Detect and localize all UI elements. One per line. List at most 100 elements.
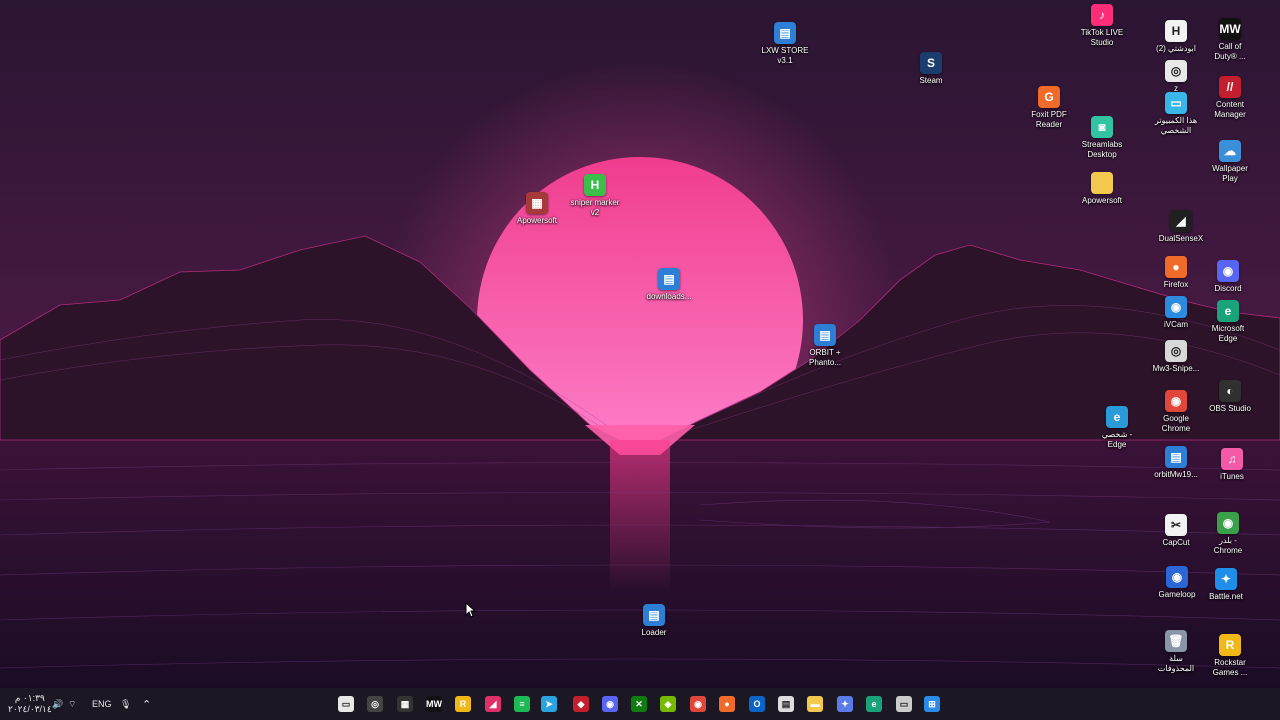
apowersoft-app-label: Apowersoft [516,216,558,225]
app-3-taskbar-icon[interactable]: ▦ [397,696,413,712]
clock[interactable]: ٠١:٣٩ م ٢٠٢٤/٠٣/١٤ [8,688,52,720]
abudashti-label: (2) ابودشتي [1156,44,1196,53]
ivcam-glyph-icon: ◉ [1165,296,1187,318]
show-hidden-icons-chevron-icon[interactable]: ⌃ [142,688,151,720]
streamlabs-icon[interactable]: ◙ Streamlabs Desktop [1069,116,1135,159]
tiktok-live-glyph-icon: ♪ [1091,4,1113,26]
streamlabs-glyph-icon: ◙ [1091,116,1113,138]
start-taskbar-icon[interactable]: ⊞ [924,696,940,712]
clock-time: ٠١:٣٩ م [14,693,45,703]
z-app-glyph-icon: ◎ [1165,60,1187,82]
language-indicator[interactable]: ENG [92,688,112,720]
discord-taskbar-icon[interactable]: ◉ [602,696,618,712]
recycle-bin-glyph-icon: 🗑 [1165,630,1187,652]
wallpaper-play-icon[interactable]: ☁ Wallpaper Play [1197,140,1263,183]
rockstar-games-label: Rockstar Games ... [1212,658,1248,677]
volume-icon[interactable]: 🔊 [52,688,63,720]
desktop-wallpaper [0,0,1280,688]
rockstar-games-glyph-icon: R [1219,634,1241,656]
nvidia-taskbar-icon[interactable]: ◈ [660,696,676,712]
microsoft-edge-glyph-icon: e [1217,300,1239,322]
sniper-marker-label: sniper marker v2 [570,198,620,217]
chrome-profile-label: بلدر - Chrome [1213,536,1243,555]
tiktok-live-icon[interactable]: ♪ TikTok LIVE Studio [1069,4,1135,47]
microsoft-edge-label: Microsoft Edge [1211,324,1245,343]
mouse-cursor-icon [465,602,477,618]
capcut-glyph-icon: ✂ [1165,514,1187,536]
chrome-taskbar-icon[interactable]: ◉ [690,696,706,712]
gameloop-glyph-icon: ◉ [1166,566,1188,588]
spotify-taskbar-icon[interactable]: ≡ [514,696,530,712]
downloads-label: downloads... [646,292,692,301]
store-taskbar-icon[interactable]: ▤ [778,696,794,712]
mw3-sniper-label: Mw3-Snipe... [1152,364,1200,373]
wallpaper-play-label: Wallpaper Play [1212,164,1248,183]
content-manager-icon[interactable]: // Content Manager [1197,76,1263,119]
streamlabs-label: Streamlabs Desktop [1081,140,1123,159]
tiktok-live-label: TikTok LIVE Studio [1080,28,1124,47]
abudashti-glyph-icon: H [1165,20,1187,42]
apowersoft-folder-label: Apowersoft [1081,196,1123,205]
call-of-duty-glyph-icon: MW [1219,18,1241,40]
itunes-icon[interactable]: ♫ iTunes [1199,448,1265,482]
steam-glyph-icon: S [920,52,942,74]
microsoft-edge-icon[interactable]: e Microsoft Edge [1195,300,1261,343]
ivcam-label: iVCam [1163,320,1188,329]
obs-studio-icon[interactable]: ◐ OBS Studio [1197,380,1263,414]
discord-icon[interactable]: ◉ Discord [1195,260,1261,294]
wallpaper-play-glyph-icon: ☁ [1219,140,1241,162]
wifi-icon[interactable]: ⌔ [68,688,76,720]
google-chrome-label: Google Chrome [1161,414,1191,433]
foxit-pdf-label: Foxit PDF Reader [1031,110,1067,129]
sniper-marker-glyph-icon: H [584,174,606,196]
copilot-taskbar-icon[interactable]: ✦ [837,696,853,712]
google-chrome-glyph-icon: ◉ [1165,390,1187,412]
sniper-marker-icon[interactable]: Hsniper marker v2 [562,174,628,217]
chrome-profile-glyph-icon: ◉ [1217,512,1239,534]
lxw-store-icon[interactable]: ▤ LXW STORE v3.1 [752,22,818,65]
edge-profile-icon[interactable]: e شخصي - Edge [1084,406,1150,449]
app-2-taskbar-icon[interactable]: ◎ [367,696,383,712]
lxw-store-label: LXW STORE v3.1 [761,46,809,65]
outlook-taskbar-icon[interactable]: O [749,696,765,712]
microphone-icon[interactable]: 🎙 [120,688,131,720]
file-explorer-taskbar-icon[interactable]: ▭ [338,696,354,712]
recycle-bin-label: سلة المحذوفات [1157,654,1195,673]
rockstar-games-icon[interactable]: R Rockstar Games ... [1197,634,1263,677]
mw-taskbar-icon[interactable]: MW [426,696,442,712]
apowersoft-app-icon[interactable]: ▦ Apowersoft [504,192,570,226]
edge-profile-glyph-icon: e [1106,406,1128,428]
call-of-duty-label: Call of Duty® ... [1214,42,1246,61]
folder-taskbar-icon[interactable]: ▬ [807,696,823,712]
task-view-taskbar-icon[interactable]: ▭ [896,696,912,712]
telegram-taskbar-icon[interactable]: ➤ [541,696,557,712]
firefox-taskbar-icon[interactable]: ● [719,696,735,712]
loader-glyph-icon: ▤ [643,604,665,626]
mw3-sniper-icon[interactable]: ◎ Mw3-Snipe... [1143,340,1209,374]
downloads-icon[interactable]: ▤ downloads... [636,268,702,302]
apowersoft-folder-icon[interactable]: Apowersoft [1069,172,1135,206]
chrome-profile-icon[interactable]: ◉ بلدر - Chrome [1195,512,1261,555]
steam-label: Steam [919,76,943,85]
battle-net-glyph-icon: ✦ [1215,568,1237,590]
dualsensex-icon[interactable]: ◢ DualSenseX [1148,210,1214,244]
orbit-phantom-icon[interactable]: ▤ ORBIT + Phanto... [792,324,858,367]
taskbar: ٠١:٣٩ م ٢٠٢٤/٠٣/١٤ 🔊 ⌔ ENG 🎙 ⌃ ▭ ◎ ▦ MW R ◢ ≡ ➤… [0,688,1280,720]
steam-icon[interactable]: S Steam [898,52,964,86]
edge-taskbar-icon[interactable]: e [866,696,882,712]
call-of-duty-icon[interactable]: MW Call of Duty® ... [1197,18,1263,61]
obs-studio-glyph-icon: ◐ [1219,380,1241,402]
edge-profile-label: شخصي - Edge [1101,430,1133,449]
red-app-taskbar-icon[interactable]: ◆ [573,696,589,712]
content-manager-label: Content Manager [1214,100,1246,119]
xbox-taskbar-icon[interactable]: ✕ [631,696,647,712]
battle-net-icon[interactable]: ✦ Battle.net [1193,568,1259,602]
rockstar-taskbar-icon[interactable]: R [455,696,471,712]
lxw-store-glyph-icon: ▤ [774,22,796,44]
gameloop-label: Gameloop [1158,590,1196,599]
loader-icon[interactable]: ▤ Loader [621,604,687,638]
orbitmw19-glyph-icon: ▤ [1165,446,1187,468]
apowersoft-folder-glyph-icon [1091,172,1113,194]
downloads-glyph-icon: ▤ [658,268,680,290]
forza-taskbar-icon[interactable]: ◢ [485,696,501,712]
